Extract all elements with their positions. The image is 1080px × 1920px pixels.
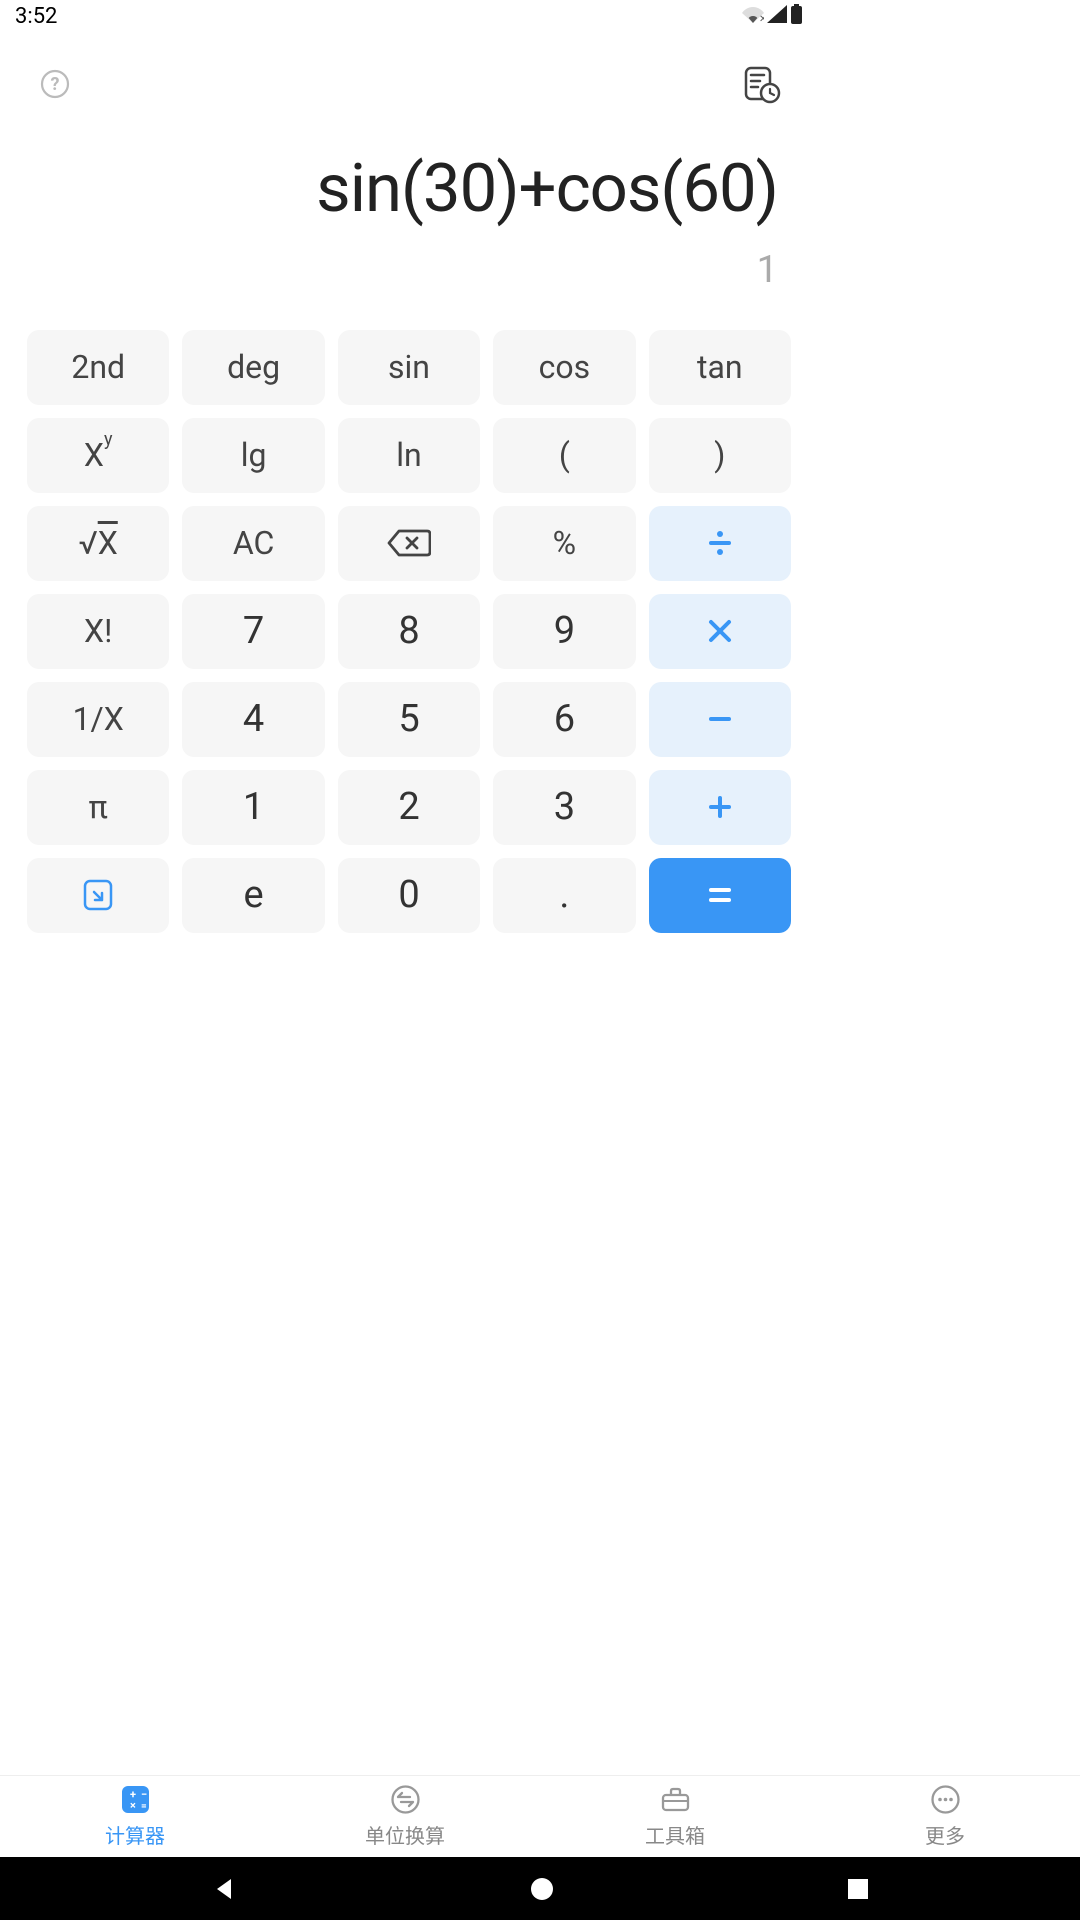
key-percent[interactable]: % <box>493 506 635 581</box>
key-0[interactable]: 0 <box>338 858 480 933</box>
tab-label: 工具箱 <box>645 1820 705 1849</box>
svg-text:✕: ✕ <box>759 14 764 23</box>
key-sqrt[interactable]: √X <box>27 506 169 581</box>
keypad: 2nd deg sin cos tan Xy lg ln ( ) √X AC %… <box>0 330 818 933</box>
key-dot[interactable]: . <box>493 858 635 933</box>
battery-icon <box>790 4 803 24</box>
key-4[interactable]: 4 <box>182 682 324 757</box>
status-time: 3:52 <box>15 4 57 29</box>
result: 1 <box>40 248 778 292</box>
multiply-icon <box>707 618 733 644</box>
key-multiply[interactable] <box>649 594 791 669</box>
tab-label: 更多 <box>925 1820 965 1849</box>
nav-back[interactable] <box>211 1876 237 1902</box>
key-minus[interactable] <box>649 682 791 757</box>
key-equals[interactable] <box>649 858 791 933</box>
help-button[interactable]: ? <box>40 69 70 103</box>
status-icons: ✕ <box>742 4 803 24</box>
tabbar: +−×= 计算器 单位换算 工具箱 更多 <box>0 1775 1080 1857</box>
divide-icon <box>705 528 735 558</box>
display: sin(30)+cos(60) 1 <box>0 153 818 292</box>
status-bar: 3:52 ✕ <box>0 0 818 36</box>
key-ln[interactable]: ln <box>338 418 480 493</box>
key-6[interactable]: 6 <box>493 682 635 757</box>
key-cos[interactable]: cos <box>493 330 635 405</box>
header-row: ? <box>0 53 818 118</box>
svg-text:?: ? <box>51 74 60 95</box>
tab-toolbox[interactable]: 工具箱 <box>540 1776 810 1857</box>
key-sin[interactable]: sin <box>338 330 480 405</box>
key-8[interactable]: 8 <box>338 594 480 669</box>
plus-icon <box>705 792 735 822</box>
key-5[interactable]: 5 <box>338 682 480 757</box>
conversion-icon <box>390 1784 421 1815</box>
key-ac[interactable]: AC <box>182 506 324 581</box>
key-divide[interactable] <box>649 506 791 581</box>
key-reciprocal[interactable]: 1/X <box>27 682 169 757</box>
system-navbar <box>0 1857 1080 1920</box>
tab-label: 计算器 <box>105 1820 165 1849</box>
key-3[interactable]: 3 <box>493 770 635 845</box>
key-2nd[interactable]: 2nd <box>27 330 169 405</box>
key-deg[interactable]: deg <box>182 330 324 405</box>
key-7[interactable]: 7 <box>182 594 324 669</box>
svg-text:×: × <box>130 1799 136 1812</box>
history-button[interactable] <box>740 63 782 109</box>
nav-home[interactable] <box>530 1877 554 1901</box>
key-pi[interactable]: π <box>27 770 169 845</box>
minus-icon <box>705 704 735 734</box>
key-plus[interactable] <box>649 770 791 845</box>
signal-icon <box>767 5 787 23</box>
tab-more[interactable]: 更多 <box>810 1776 1080 1857</box>
backspace-icon <box>387 528 431 558</box>
key-collapse[interactable] <box>27 858 169 933</box>
key-9[interactable]: 9 <box>493 594 635 669</box>
key-lg[interactable]: lg <box>182 418 324 493</box>
key-tan[interactable]: tan <box>649 330 791 405</box>
tab-label: 单位换算 <box>365 1820 445 1849</box>
nav-recent[interactable] <box>847 1878 869 1900</box>
key-lparen[interactable]: ( <box>493 418 635 493</box>
equals-icon <box>705 880 735 910</box>
calculator-icon: +−×= <box>120 1784 151 1815</box>
key-1[interactable]: 1 <box>182 770 324 845</box>
key-rparen[interactable]: ) <box>649 418 791 493</box>
key-backspace[interactable] <box>338 506 480 581</box>
collapse-icon <box>82 878 114 912</box>
key-2[interactable]: 2 <box>338 770 480 845</box>
tab-unit-conversion[interactable]: 单位换算 <box>270 1776 540 1857</box>
svg-text:−: − <box>141 1788 147 1801</box>
key-factorial[interactable]: X! <box>27 594 169 669</box>
tab-calculator[interactable]: +−×= 计算器 <box>0 1776 270 1857</box>
toolbox-icon <box>660 1784 691 1815</box>
expression: sin(30)+cos(60) <box>40 153 778 227</box>
svg-text:=: = <box>141 1801 147 1812</box>
wifi-icon: ✕ <box>742 5 764 23</box>
key-power[interactable]: Xy <box>27 418 169 493</box>
more-icon <box>930 1784 961 1815</box>
key-e[interactable]: e <box>182 858 324 933</box>
